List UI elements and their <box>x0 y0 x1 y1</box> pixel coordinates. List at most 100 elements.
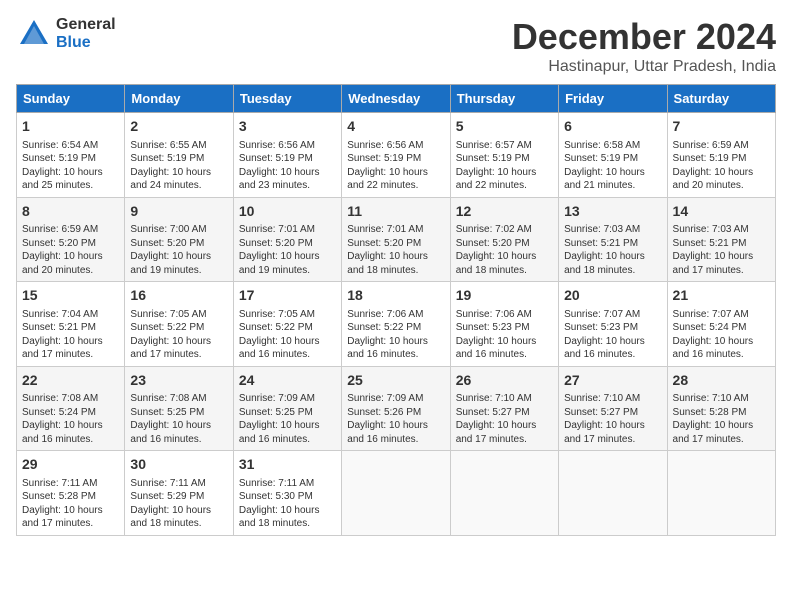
calendar-cell: 5Sunrise: 6:57 AM Sunset: 5:19 PM Daylig… <box>450 113 558 198</box>
day-number: 29 <box>22 455 119 475</box>
title-section: December 2024 Hastinapur, Uttar Pradesh,… <box>512 16 776 76</box>
weekday-header-thursday: Thursday <box>450 85 558 113</box>
location-title: Hastinapur, Uttar Pradesh, India <box>512 58 776 76</box>
calendar-cell: 8Sunrise: 6:59 AM Sunset: 5:20 PM Daylig… <box>17 197 125 282</box>
day-number: 19 <box>456 286 553 306</box>
calendar-cell: 27Sunrise: 7:10 AM Sunset: 5:27 PM Dayli… <box>559 366 667 451</box>
day-info: Sunrise: 7:08 AM Sunset: 5:25 PM Dayligh… <box>130 392 227 446</box>
day-number: 24 <box>239 371 336 391</box>
calendar-cell: 6Sunrise: 6:58 AM Sunset: 5:19 PM Daylig… <box>559 113 667 198</box>
day-info: Sunrise: 7:10 AM Sunset: 5:28 PM Dayligh… <box>673 392 770 446</box>
calendar-cell: 23Sunrise: 7:08 AM Sunset: 5:25 PM Dayli… <box>125 366 233 451</box>
calendar-cell: 10Sunrise: 7:01 AM Sunset: 5:20 PM Dayli… <box>233 197 341 282</box>
day-number: 4 <box>347 117 444 137</box>
weekday-header-wednesday: Wednesday <box>342 85 450 113</box>
calendar-cell: 25Sunrise: 7:09 AM Sunset: 5:26 PM Dayli… <box>342 366 450 451</box>
weekday-header-monday: Monday <box>125 85 233 113</box>
day-info: Sunrise: 7:00 AM Sunset: 5:20 PM Dayligh… <box>130 223 227 277</box>
day-info: Sunrise: 7:11 AM Sunset: 5:29 PM Dayligh… <box>130 477 227 531</box>
day-number: 22 <box>22 371 119 391</box>
day-number: 1 <box>22 117 119 137</box>
calendar-week-4: 22Sunrise: 7:08 AM Sunset: 5:24 PM Dayli… <box>17 366 776 451</box>
day-info: Sunrise: 6:59 AM Sunset: 5:19 PM Dayligh… <box>673 139 770 193</box>
day-info: Sunrise: 7:02 AM Sunset: 5:20 PM Dayligh… <box>456 223 553 277</box>
day-number: 18 <box>347 286 444 306</box>
calendar-cell: 1Sunrise: 6:54 AM Sunset: 5:19 PM Daylig… <box>17 113 125 198</box>
calendar-cell: 7Sunrise: 6:59 AM Sunset: 5:19 PM Daylig… <box>667 113 775 198</box>
calendar-cell: 31Sunrise: 7:11 AM Sunset: 5:30 PM Dayli… <box>233 451 341 536</box>
logo: General Blue <box>16 16 116 52</box>
day-number: 15 <box>22 286 119 306</box>
weekday-header-tuesday: Tuesday <box>233 85 341 113</box>
calendar-cell: 30Sunrise: 7:11 AM Sunset: 5:29 PM Dayli… <box>125 451 233 536</box>
calendar-cell: 4Sunrise: 6:56 AM Sunset: 5:19 PM Daylig… <box>342 113 450 198</box>
calendar-cell <box>667 451 775 536</box>
calendar-cell: 16Sunrise: 7:05 AM Sunset: 5:22 PM Dayli… <box>125 282 233 367</box>
day-number: 31 <box>239 455 336 475</box>
day-number: 16 <box>130 286 227 306</box>
logo-general-text: General <box>56 16 116 34</box>
day-number: 28 <box>673 371 770 391</box>
calendar-week-1: 1Sunrise: 6:54 AM Sunset: 5:19 PM Daylig… <box>17 113 776 198</box>
calendar-cell <box>342 451 450 536</box>
logo-icon <box>16 16 52 52</box>
calendar-cell: 12Sunrise: 7:02 AM Sunset: 5:20 PM Dayli… <box>450 197 558 282</box>
day-info: Sunrise: 7:09 AM Sunset: 5:25 PM Dayligh… <box>239 392 336 446</box>
day-number: 27 <box>564 371 661 391</box>
calendar-cell: 13Sunrise: 7:03 AM Sunset: 5:21 PM Dayli… <box>559 197 667 282</box>
day-info: Sunrise: 6:58 AM Sunset: 5:19 PM Dayligh… <box>564 139 661 193</box>
day-info: Sunrise: 6:56 AM Sunset: 5:19 PM Dayligh… <box>347 139 444 193</box>
calendar-cell: 15Sunrise: 7:04 AM Sunset: 5:21 PM Dayli… <box>17 282 125 367</box>
day-number: 30 <box>130 455 227 475</box>
day-number: 21 <box>673 286 770 306</box>
calendar-cell: 24Sunrise: 7:09 AM Sunset: 5:25 PM Dayli… <box>233 366 341 451</box>
day-info: Sunrise: 6:56 AM Sunset: 5:19 PM Dayligh… <box>239 139 336 193</box>
day-info: Sunrise: 7:03 AM Sunset: 5:21 PM Dayligh… <box>673 223 770 277</box>
day-number: 20 <box>564 286 661 306</box>
day-info: Sunrise: 6:59 AM Sunset: 5:20 PM Dayligh… <box>22 223 119 277</box>
calendar-cell: 20Sunrise: 7:07 AM Sunset: 5:23 PM Dayli… <box>559 282 667 367</box>
weekday-header-sunday: Sunday <box>17 85 125 113</box>
calendar-cell: 28Sunrise: 7:10 AM Sunset: 5:28 PM Dayli… <box>667 366 775 451</box>
logo-blue-text: Blue <box>56 34 116 52</box>
day-number: 13 <box>564 202 661 222</box>
day-number: 25 <box>347 371 444 391</box>
day-info: Sunrise: 7:07 AM Sunset: 5:24 PM Dayligh… <box>673 308 770 362</box>
day-info: Sunrise: 7:05 AM Sunset: 5:22 PM Dayligh… <box>130 308 227 362</box>
calendar-cell: 26Sunrise: 7:10 AM Sunset: 5:27 PM Dayli… <box>450 366 558 451</box>
day-info: Sunrise: 6:54 AM Sunset: 5:19 PM Dayligh… <box>22 139 119 193</box>
day-info: Sunrise: 7:11 AM Sunset: 5:28 PM Dayligh… <box>22 477 119 531</box>
calendar-cell: 18Sunrise: 7:06 AM Sunset: 5:22 PM Dayli… <box>342 282 450 367</box>
logo-text: General Blue <box>56 16 116 51</box>
day-info: Sunrise: 7:01 AM Sunset: 5:20 PM Dayligh… <box>239 223 336 277</box>
weekday-header-saturday: Saturday <box>667 85 775 113</box>
day-number: 5 <box>456 117 553 137</box>
calendar-cell: 22Sunrise: 7:08 AM Sunset: 5:24 PM Dayli… <box>17 366 125 451</box>
day-info: Sunrise: 7:07 AM Sunset: 5:23 PM Dayligh… <box>564 308 661 362</box>
day-info: Sunrise: 7:10 AM Sunset: 5:27 PM Dayligh… <box>564 392 661 446</box>
day-number: 6 <box>564 117 661 137</box>
day-number: 7 <box>673 117 770 137</box>
day-info: Sunrise: 7:10 AM Sunset: 5:27 PM Dayligh… <box>456 392 553 446</box>
weekday-header-row: SundayMondayTuesdayWednesdayThursdayFrid… <box>17 85 776 113</box>
day-number: 17 <box>239 286 336 306</box>
day-info: Sunrise: 7:11 AM Sunset: 5:30 PM Dayligh… <box>239 477 336 531</box>
calendar-week-3: 15Sunrise: 7:04 AM Sunset: 5:21 PM Dayli… <box>17 282 776 367</box>
day-number: 12 <box>456 202 553 222</box>
month-title: December 2024 <box>512 16 776 58</box>
calendar-cell <box>559 451 667 536</box>
page-header: General Blue December 2024 Hastinapur, U… <box>16 16 776 76</box>
calendar-cell: 9Sunrise: 7:00 AM Sunset: 5:20 PM Daylig… <box>125 197 233 282</box>
weekday-header-friday: Friday <box>559 85 667 113</box>
day-info: Sunrise: 7:06 AM Sunset: 5:23 PM Dayligh… <box>456 308 553 362</box>
day-info: Sunrise: 7:04 AM Sunset: 5:21 PM Dayligh… <box>22 308 119 362</box>
day-info: Sunrise: 7:05 AM Sunset: 5:22 PM Dayligh… <box>239 308 336 362</box>
calendar-cell: 19Sunrise: 7:06 AM Sunset: 5:23 PM Dayli… <box>450 282 558 367</box>
day-info: Sunrise: 7:08 AM Sunset: 5:24 PM Dayligh… <box>22 392 119 446</box>
day-number: 11 <box>347 202 444 222</box>
day-info: Sunrise: 6:55 AM Sunset: 5:19 PM Dayligh… <box>130 139 227 193</box>
calendar-week-5: 29Sunrise: 7:11 AM Sunset: 5:28 PM Dayli… <box>17 451 776 536</box>
day-number: 26 <box>456 371 553 391</box>
day-number: 9 <box>130 202 227 222</box>
day-info: Sunrise: 7:09 AM Sunset: 5:26 PM Dayligh… <box>347 392 444 446</box>
